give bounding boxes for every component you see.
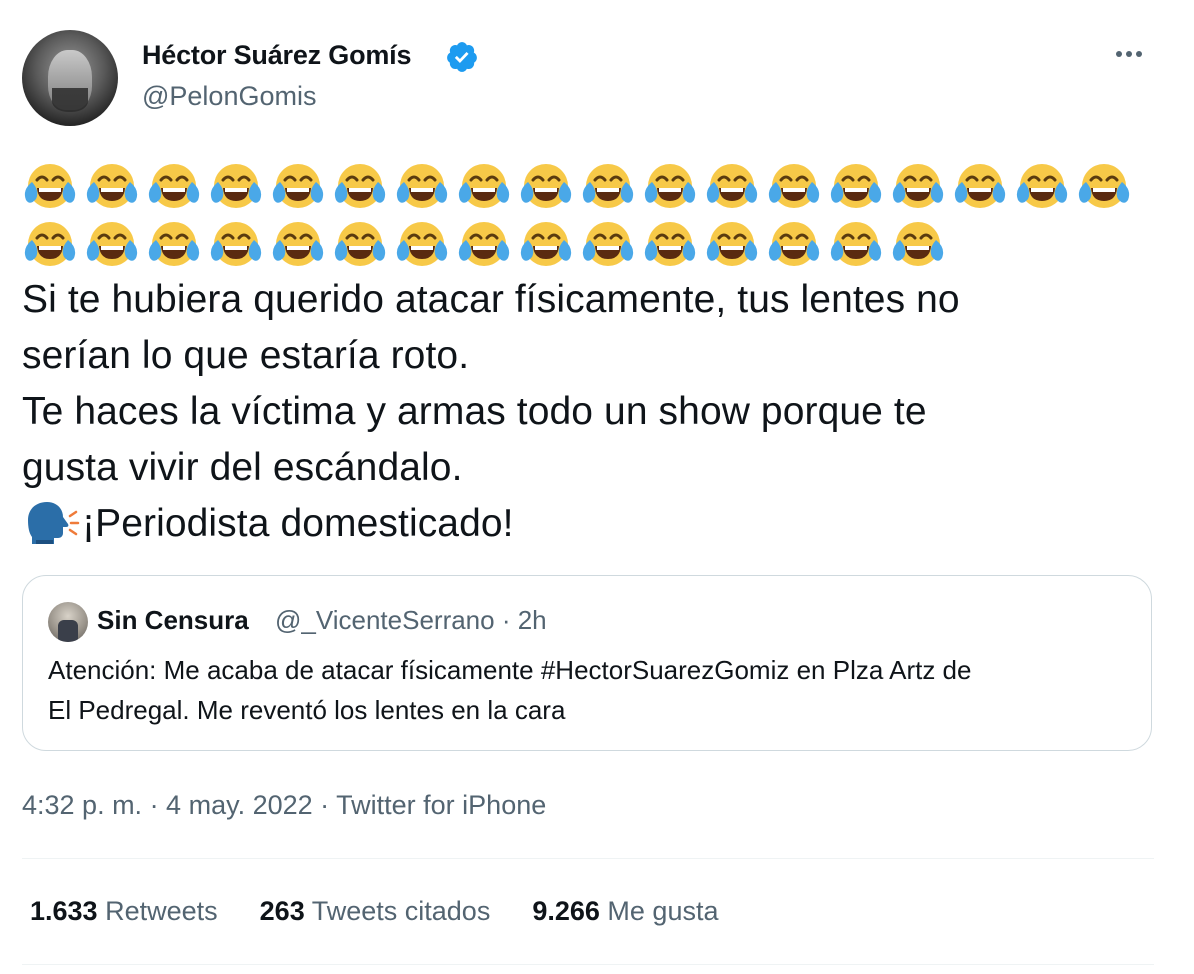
face-with-tears-of-joy-icon — [272, 164, 324, 208]
face-with-tears-of-joy-icon — [644, 222, 696, 266]
tweet-timestamp-source[interactable]: 4:32 p. m. · 4 may. 2022 · Twitter for i… — [22, 790, 546, 821]
face-with-tears-of-joy-icon — [644, 164, 696, 208]
tweet-last-line: ¡Periodista domesticado! — [22, 496, 1172, 552]
face-with-tears-of-joy-icon — [458, 164, 510, 208]
tweet-line: Te haces la víctima y armas todo un show… — [22, 390, 927, 433]
quoted-line: Atención: Me acaba de atacar físicamente… — [48, 655, 972, 685]
stat-value: 1.633 — [30, 896, 98, 926]
face-with-tears-of-joy-icon — [582, 164, 634, 208]
quoted-author-avatar[interactable] — [48, 602, 88, 642]
divider — [22, 964, 1154, 965]
quoted-handle-time[interactable]: @_VicenteSerrano · 2h — [275, 605, 547, 636]
face-with-tears-of-joy-icon — [892, 222, 944, 266]
face-with-tears-of-joy-icon — [210, 164, 262, 208]
face-with-tears-of-joy-icon — [768, 164, 820, 208]
face-with-tears-of-joy-icon — [24, 164, 76, 208]
face-with-tears-of-joy-icon — [1016, 164, 1068, 208]
face-with-tears-of-joy-icon — [210, 222, 262, 266]
face-with-tears-of-joy-icon — [768, 222, 820, 266]
verified-badge-icon — [447, 42, 477, 72]
face-with-tears-of-joy-icon — [86, 164, 138, 208]
face-with-tears-of-joy-icon — [334, 164, 386, 208]
face-with-tears-of-joy-icon — [458, 222, 510, 266]
emoji-row-1 — [22, 157, 1138, 213]
quoted-line: El Pedregal. Me reventó los lentes en la… — [48, 695, 566, 725]
stat-likes[interactable]: 9.266 Me gusta — [532, 896, 718, 927]
tweet-line: Si te hubiera querido atacar físicamente… — [22, 278, 960, 321]
stat-value: 9.266 — [532, 896, 600, 926]
emoji-row-2 — [22, 215, 952, 271]
quoted-tweet-text: Atención: Me acaba de atacar físicamente… — [48, 650, 1138, 730]
tweet-last-line-text: ¡Periodista domesticado! — [82, 502, 514, 545]
face-with-tears-of-joy-icon — [1078, 164, 1130, 208]
face-with-tears-of-joy-icon — [148, 222, 200, 266]
avatar-suit — [58, 620, 78, 642]
stat-value: 263 — [259, 896, 305, 926]
quoted-tweet-card[interactable]: Sin Censura @_VicenteSerrano · 2h Atenci… — [22, 575, 1152, 751]
face-with-tears-of-joy-icon — [520, 222, 572, 266]
face-with-tears-of-joy-icon — [892, 164, 944, 208]
face-with-tears-of-joy-icon — [86, 222, 138, 266]
face-with-tears-of-joy-icon — [706, 222, 758, 266]
face-with-tears-of-joy-icon — [520, 164, 572, 208]
divider — [22, 858, 1154, 859]
tweet-stats: 1.633 Retweets 263 Tweets citados 9.266 … — [30, 896, 760, 927]
author-handle[interactable]: @PelonGomis — [142, 81, 316, 112]
face-with-tears-of-joy-icon — [396, 164, 448, 208]
tweet-text: Si te hubiera querido atacar físicamente… — [22, 272, 1172, 552]
more-horizontal-icon[interactable] — [1116, 44, 1152, 68]
stat-label: Me gusta — [607, 896, 719, 926]
face-with-tears-of-joy-icon — [396, 222, 448, 266]
stat-retweets[interactable]: 1.633 Retweets — [30, 896, 218, 927]
author-display-name[interactable]: Héctor Suárez Gomís — [142, 40, 411, 71]
stat-label: Tweets citados — [311, 896, 491, 926]
avatar-beard — [52, 88, 88, 112]
face-with-tears-of-joy-icon — [148, 164, 200, 208]
stat-label: Retweets — [105, 896, 218, 926]
speaking-head-icon — [28, 502, 80, 544]
face-with-tears-of-joy-icon — [954, 164, 1006, 208]
stat-quote-tweets[interactable]: 263 Tweets citados — [260, 896, 491, 927]
face-with-tears-of-joy-icon — [334, 222, 386, 266]
face-with-tears-of-joy-icon — [830, 164, 882, 208]
face-with-tears-of-joy-icon — [272, 222, 324, 266]
author-avatar[interactable] — [22, 30, 118, 126]
face-with-tears-of-joy-icon — [24, 222, 76, 266]
quoted-display-name[interactable]: Sin Censura — [97, 605, 249, 636]
tweet-line: serían lo que estaría roto. — [22, 334, 470, 377]
face-with-tears-of-joy-icon — [830, 222, 882, 266]
face-with-tears-of-joy-icon — [706, 164, 758, 208]
tweet-line: gusta vivir del escándalo. — [22, 446, 463, 489]
face-with-tears-of-joy-icon — [582, 222, 634, 266]
